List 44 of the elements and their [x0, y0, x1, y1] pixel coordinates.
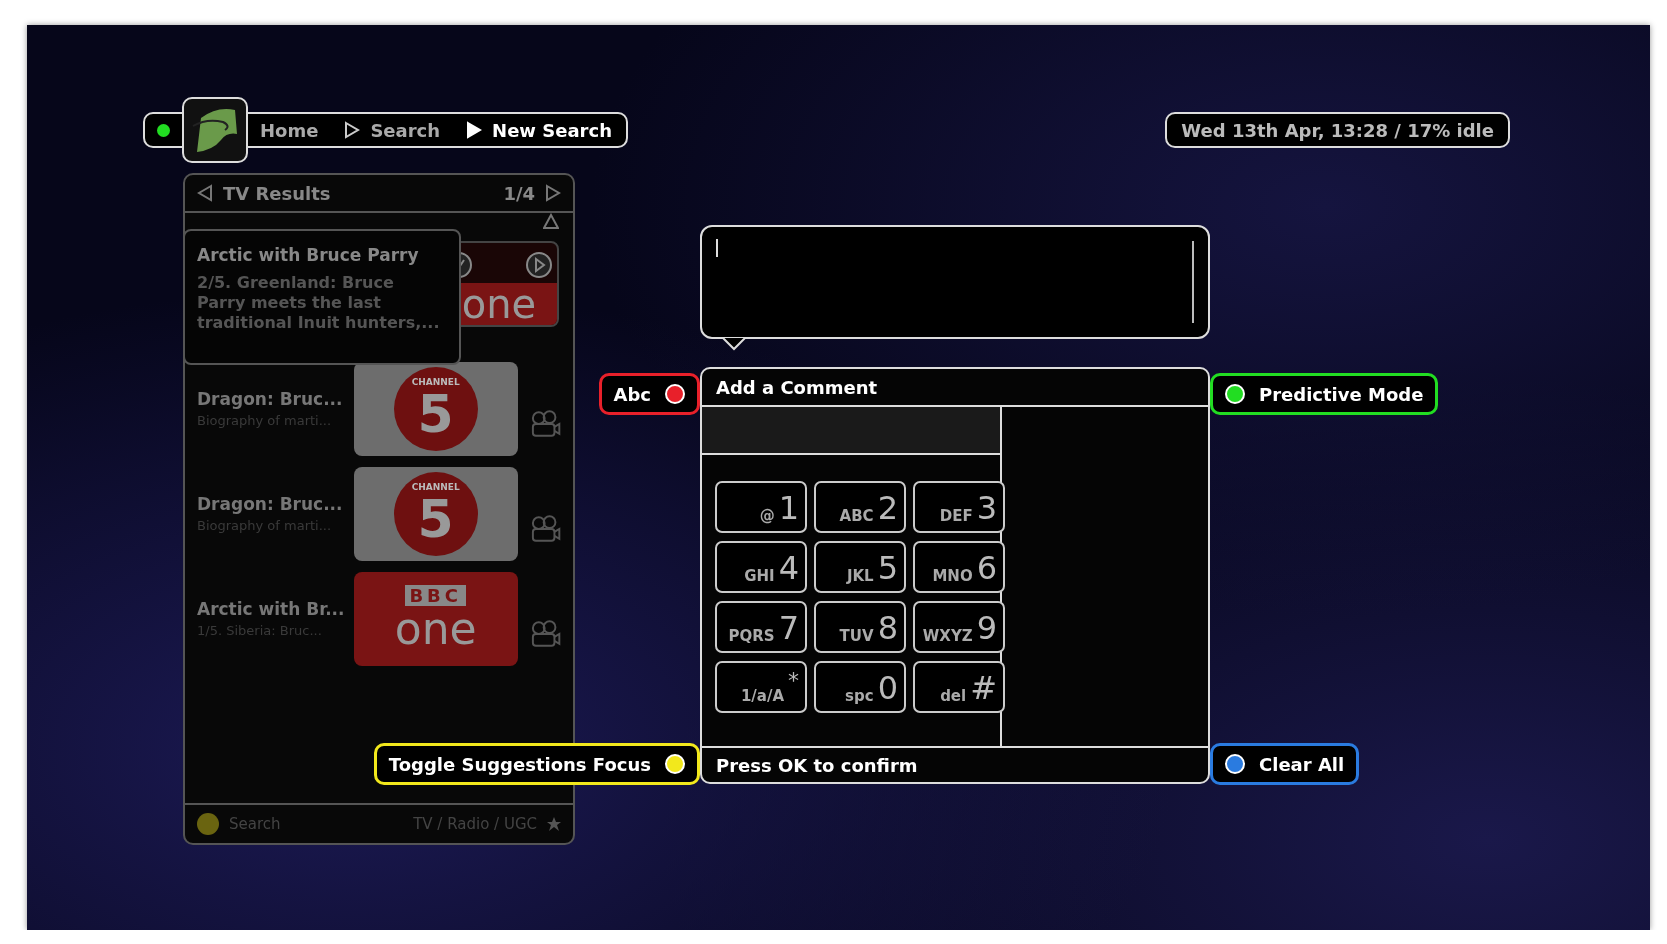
- previous-icon: [197, 184, 213, 202]
- scroll-up-icon: [543, 213, 559, 231]
- panel-title: TV Results: [223, 182, 331, 204]
- speech-pointer-icon: [722, 337, 746, 351]
- play-arrow-icon: [466, 121, 483, 139]
- keypad-key[interactable]: GHI 4: [715, 541, 807, 593]
- keypad-key[interactable]: @1: [715, 481, 807, 533]
- program-title: Arctic with Bruce Parry: [197, 245, 420, 265]
- program-description: 2/5. Greenland: Bruce Parry meets the last traditional Inuit hunters,...: [197, 273, 441, 333]
- breadcrumb-link[interactable]: New Search: [466, 119, 612, 141]
- keypad-key[interactable]: DEF 3: [913, 481, 1005, 533]
- comment-input-field[interactable]: [700, 225, 1210, 339]
- color-key-button[interactable]: Clear All: [1210, 743, 1360, 785]
- channel-logo: BBC one: [353, 571, 518, 666]
- keypad-key[interactable]: PQRS 7: [715, 601, 807, 653]
- status-dot: [157, 123, 170, 137]
- color-key-button[interactable]: Toggle Suggestions Focus: [373, 743, 700, 785]
- star-icon: [547, 817, 561, 831]
- text-cursor: [716, 239, 718, 257]
- page-count: 1/4: [503, 182, 535, 204]
- footer-scope: TV / Radio / UGC: [413, 815, 537, 833]
- program-title: Arctic with Br...: [197, 599, 346, 619]
- keypad-key[interactable]: del#: [913, 661, 1005, 713]
- program-title: Dragon: Bruc...: [197, 389, 344, 409]
- breadcrumb-link[interactable]: Search: [344, 119, 441, 141]
- keypad-key[interactable]: TUV 8: [814, 601, 906, 653]
- key-dot: [197, 813, 219, 835]
- channel-logo: CHANNEL 5: [353, 361, 518, 456]
- breadcrumb-link[interactable]: Home: [260, 119, 319, 141]
- confirm-hint: Press OK to confirm: [702, 746, 1208, 782]
- play-circle-icon: [525, 251, 553, 279]
- keypad-key[interactable]: JKL 5: [814, 541, 906, 593]
- footer-label: Search: [229, 815, 281, 833]
- keypad-key[interactable]: ABC 2: [814, 481, 906, 533]
- next-icon: [545, 184, 561, 202]
- keypad-key[interactable]: MNO 6: [913, 541, 1005, 593]
- color-key-button[interactable]: Abc: [598, 373, 700, 415]
- channel-logo: CHANNEL 5: [353, 466, 518, 561]
- keypad-key[interactable]: spc 0: [814, 661, 906, 713]
- play-arrow-icon: [344, 121, 361, 139]
- program-title: Dragon: Bruc...: [197, 494, 344, 514]
- date-status: Wed 13th Apr, 13:28 / 17% idle: [1165, 112, 1510, 148]
- keypad-key[interactable]: WXYZ 9: [913, 601, 1005, 653]
- color-key-button[interactable]: Predictive Mode: [1210, 373, 1439, 415]
